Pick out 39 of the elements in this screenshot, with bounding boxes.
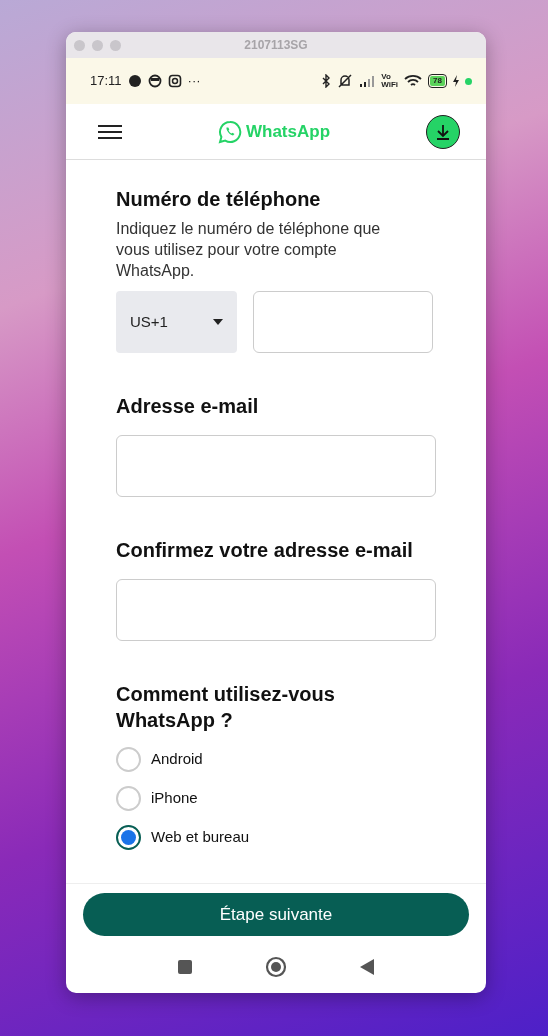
section-heading: Comment utilisez-vous WhatsApp ?: [116, 682, 336, 733]
signal-icon: [359, 75, 376, 87]
recent-apps-icon[interactable]: [177, 959, 193, 975]
section-heading: Numéro de téléphone: [116, 187, 322, 212]
zoom-button[interactable]: [110, 39, 121, 51]
whatsapp-logo-icon: [217, 119, 242, 144]
menu-icon[interactable]: [98, 123, 122, 140]
option-label: iPhone: [151, 788, 198, 809]
phone-input-field[interactable]: [253, 291, 433, 353]
option-label: Android: [151, 749, 203, 770]
close-button[interactable]: [74, 39, 85, 51]
confirm-email-field[interactable]: [116, 579, 436, 641]
vowifi-label: Vo WiFi: [381, 73, 399, 89]
minimize-button[interactable]: [92, 39, 103, 51]
section-heading: Confirmez votre adresse e-mail: [116, 538, 414, 563]
download-button[interactable]: [426, 114, 460, 149]
radio-button[interactable]: [116, 825, 141, 850]
section-heading: Adresse e-mail: [116, 394, 260, 419]
logo-text: WhatsApp: [245, 120, 330, 143]
country-code-dropdown[interactable]: US+1: [116, 291, 237, 353]
camera-icon: [167, 74, 182, 88]
muted-bell-icon: [337, 74, 354, 88]
dot-icon: [465, 77, 472, 85]
back-icon[interactable]: [359, 958, 375, 976]
more-notifications: ···: [187, 72, 201, 91]
caret-icon: [213, 319, 223, 325]
home-icon[interactable]: [265, 956, 287, 978]
email-field[interactable]: [116, 435, 436, 497]
window-title: 2107113SG: [244, 37, 308, 54]
charging-icon: [453, 75, 459, 87]
next-step-button[interactable]: Étape suivante: [83, 893, 469, 936]
description-text: Indiquez le numéro de téléphone que vous utilisez pour votre compte WhatsApp.: [116, 219, 382, 281]
messenger-icon: [127, 74, 142, 88]
option-label: Web et bureau: [151, 827, 250, 848]
status-time: 17:11: [90, 72, 122, 91]
bluetooth-icon: [321, 74, 332, 88]
battery-indicator: 78: [428, 74, 447, 88]
download-icon: [435, 123, 451, 140]
wifi-icon: [404, 74, 423, 88]
